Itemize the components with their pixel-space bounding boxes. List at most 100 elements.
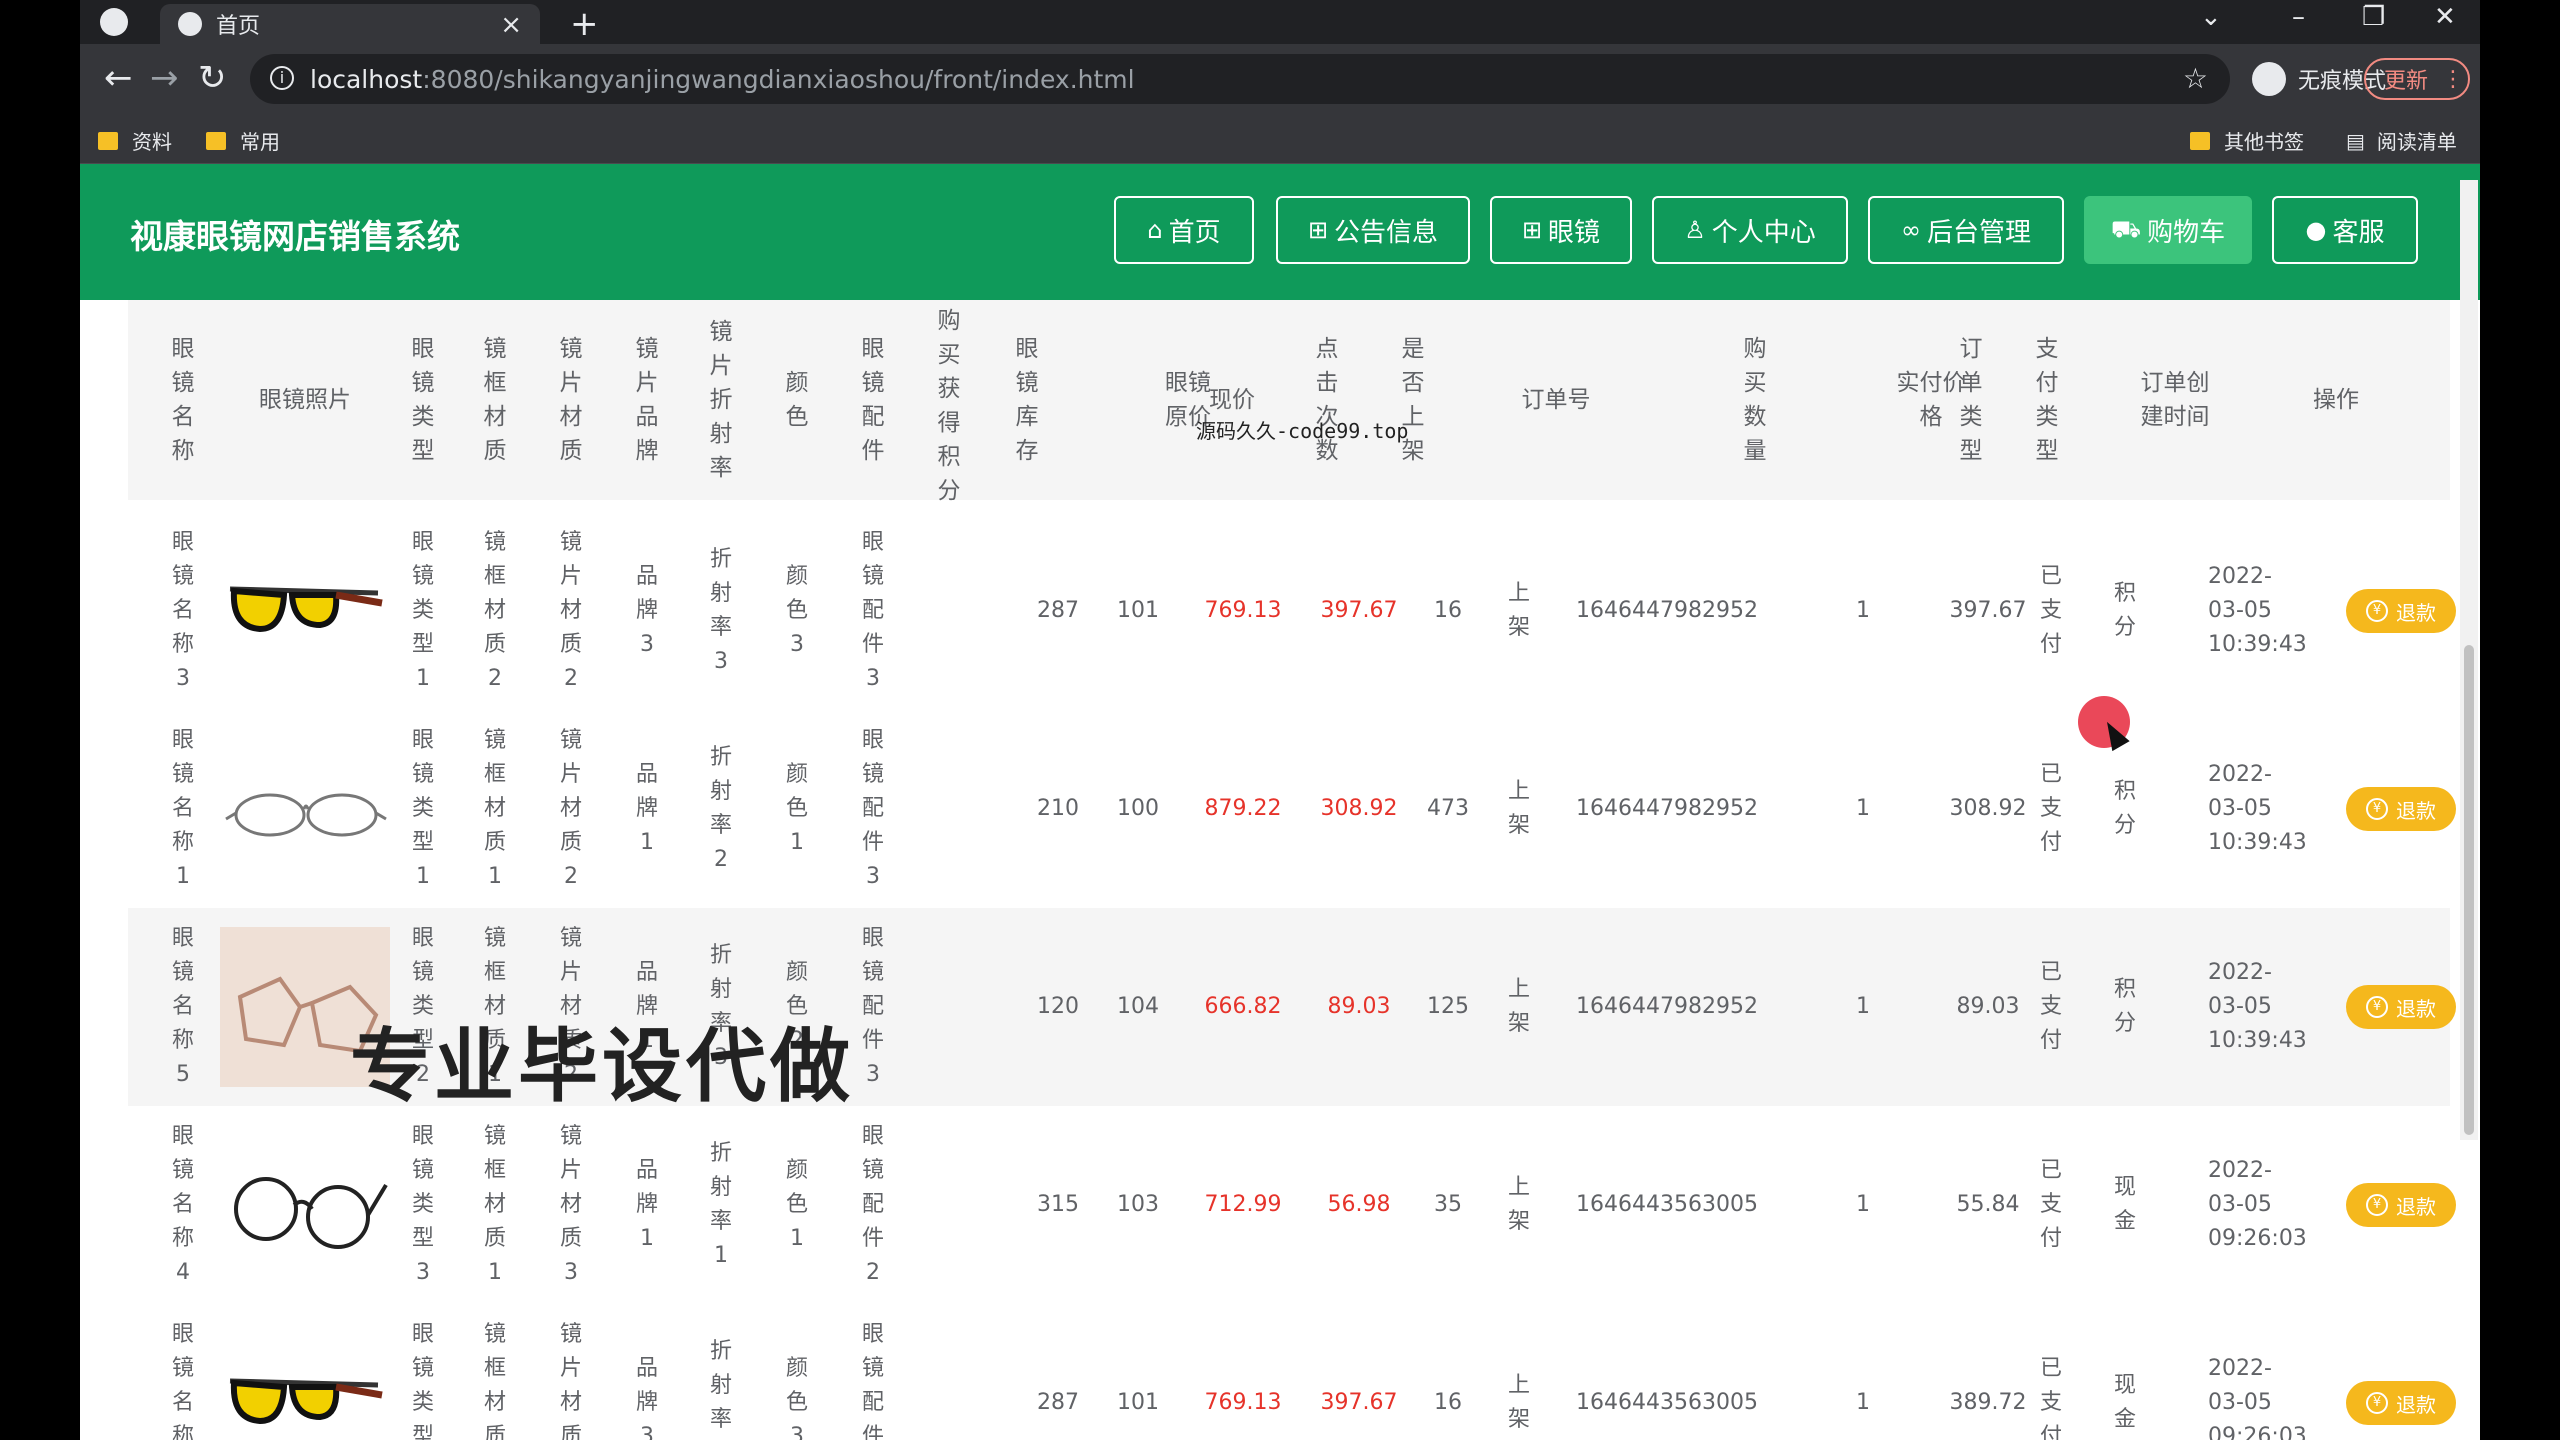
glasses-photo[interactable] (220, 1323, 390, 1440)
column-header: 支付类型 (2035, 336, 2059, 464)
folder-icon (206, 131, 226, 150)
column-header: 购买获得积分 (937, 308, 961, 504)
cell-price: 397.67 (1320, 1390, 1398, 1415)
cell-frame: 镜框材质1 (483, 728, 506, 889)
star-icon[interactable]: ☆ (2183, 62, 2208, 95)
cell-points: 315 (1037, 1192, 1079, 1217)
cell-orig: 666.82 (1204, 994, 1282, 1019)
close-tab-icon[interactable]: × (500, 10, 522, 40)
page-scrollbar[interactable] (2460, 180, 2478, 1140)
minimize-icon[interactable]: – (2292, 2, 2305, 32)
refund-button[interactable]: ¥ 退款 (2346, 787, 2456, 831)
back-icon[interactable]: ← (104, 58, 133, 98)
bookmark-label: 其他书签 (2224, 130, 2304, 154)
restore-icon[interactable]: ❐ (2362, 2, 2385, 32)
cell-acc: 眼镜配件3 (861, 1322, 884, 1440)
tab-home[interactable]: 首页 × (160, 4, 540, 44)
info-icon[interactable]: i (270, 66, 294, 90)
nav-glasses[interactable]: ⊞ 眼镜 (1490, 196, 1632, 264)
close-window-icon[interactable]: ✕ (2434, 2, 2456, 32)
reading-list-icon: ▤ (2346, 128, 2365, 153)
scrollbar-thumb[interactable] (2464, 645, 2474, 1135)
cell-qty: 1 (1856, 994, 1870, 1019)
nav-profile[interactable]: ♙ 个人中心 (1652, 196, 1848, 264)
glasses-photo[interactable] (220, 531, 390, 691)
address-bar[interactable]: i localhost:8080/shikangyanjingwangdianx… (250, 54, 2230, 104)
nav-notice[interactable]: ⊞ 公告信息 (1276, 196, 1470, 264)
reading-list[interactable]: ▤ 阅读清单 (2346, 126, 2457, 155)
cell-lens: 镜片材质2 (559, 728, 582, 889)
glasses-photo[interactable] (220, 729, 390, 889)
reload-icon[interactable]: ↻ (198, 58, 227, 98)
nav-label: 公告信息 (1334, 217, 1439, 248)
cell-otype: 已支付 (2039, 1356, 2062, 1440)
browser-window: 首页 × + ⌄ – ❐ ✕ ← → ↻ i localhost:8080/sh… (80, 0, 2480, 1440)
column-header: 订单创建时间 (2140, 370, 2210, 430)
glasses-photo[interactable] (220, 1125, 390, 1285)
url-path: :8080/shikangyanjingwangdianxiaoshou/fro… (422, 64, 1135, 94)
bookmark-folder[interactable]: 常用 (206, 126, 280, 155)
refund-label: 退款 (2396, 1194, 2436, 1219)
refund-button[interactable]: ¥ 退款 (2346, 589, 2456, 633)
folder-icon (98, 131, 118, 150)
cell-clicks: 16 (1434, 1390, 1462, 1415)
cell-date: 2022- 03-05 10:39:43 (2208, 564, 2307, 657)
tab-strip: 首页 × + ⌄ – ❐ ✕ (80, 0, 2480, 44)
cell-refr: 折射率1 (709, 1141, 732, 1268)
nav-admin[interactable]: ∞ 后台管理 (1868, 196, 2064, 264)
cell-orig: 769.13 (1204, 1390, 1282, 1415)
cell-paid: 389.72 (1949, 1390, 2027, 1415)
new-tab-icon[interactable]: + (570, 4, 599, 44)
chevron-down-icon[interactable]: ⌄ (2200, 2, 2222, 32)
home-icon: ⌂ (1147, 216, 1163, 244)
cell-points: 210 (1037, 796, 1079, 821)
cell-order: 1646443563005 (1576, 1390, 1758, 1415)
cart-icon: ⛟ (2110, 214, 2142, 243)
cell-type: 眼镜类型1 (411, 530, 434, 691)
cell-refr: 折射率2 (709, 745, 732, 872)
nav-service[interactable]: ● 客服 (2272, 196, 2418, 264)
cell-onsale: 上架 (1507, 1373, 1530, 1432)
cell-otype: 已支付 (2039, 960, 2062, 1053)
cell-color: 颜色3 (785, 1356, 808, 1440)
refund-icon: ¥ (2366, 798, 2388, 820)
cell-otype: 已支付 (2039, 564, 2062, 657)
cell-paid: 397.67 (1949, 598, 2027, 623)
forward-icon[interactable]: → (150, 58, 179, 98)
cell-date: 2022- 03-05 09:26:03 (2208, 1356, 2307, 1440)
column-header: 眼镜库存 (1015, 336, 1039, 464)
refund-button[interactable]: ¥ 退款 (2346, 1381, 2456, 1425)
chat-icon: ● (2305, 216, 2327, 244)
bookmark-folder[interactable]: 资料 (98, 126, 172, 155)
column-header: 操作 (2313, 387, 2359, 413)
order-table: 眼镜名称 眼镜照片 眼镜类型 镜框材质 镜片材质 镜片品牌 镜片折射率 颜色 眼镜配件 购买获得积… (80, 300, 2480, 1440)
cell-ptype: 现金 (2113, 1175, 2136, 1234)
cell-clicks: 16 (1434, 598, 1462, 623)
cell-date: 2022- 03-05 10:39:43 (2208, 762, 2307, 855)
cell-onsale: 上架 (1507, 1175, 1530, 1234)
cell-points: 120 (1037, 994, 1079, 1019)
column-header: 眼镜名称 (171, 336, 195, 464)
update-button[interactable]: 更新 ⋮ (2364, 58, 2470, 100)
refund-button[interactable]: ¥ 退款 (2346, 1183, 2456, 1227)
cell-color: 颜色3 (785, 564, 808, 657)
cell-color: 颜色1 (785, 1158, 808, 1251)
cell-stock: 104 (1117, 994, 1159, 1019)
refund-icon: ¥ (2366, 1392, 2388, 1414)
refund-button[interactable]: ¥ 退款 (2346, 985, 2456, 1029)
cell-acc: 眼镜配件2 (861, 1124, 884, 1285)
column-header: 现价 (1209, 387, 1255, 413)
cell-onsale: 上架 (1507, 977, 1530, 1036)
cell-refr: 折射率3 (709, 1339, 732, 1432)
update-label: 更新 (2384, 69, 2429, 94)
cell-ptype: 积分 (2113, 779, 2136, 838)
folder-icon (2190, 131, 2210, 150)
refund-label: 退款 (2396, 600, 2436, 625)
nav-cart[interactable]: ⛟ 购物车 (2084, 196, 2252, 264)
column-header: 镜片材质 (559, 336, 583, 464)
browser-menu-icon[interactable] (100, 8, 128, 36)
cell-name: 眼镜名称4 (171, 1124, 194, 1285)
cell-paid: 308.92 (1949, 796, 2027, 821)
nav-home[interactable]: ⌂ 首页 (1114, 196, 1254, 264)
other-bookmarks[interactable]: 其他书签 (2190, 126, 2304, 155)
